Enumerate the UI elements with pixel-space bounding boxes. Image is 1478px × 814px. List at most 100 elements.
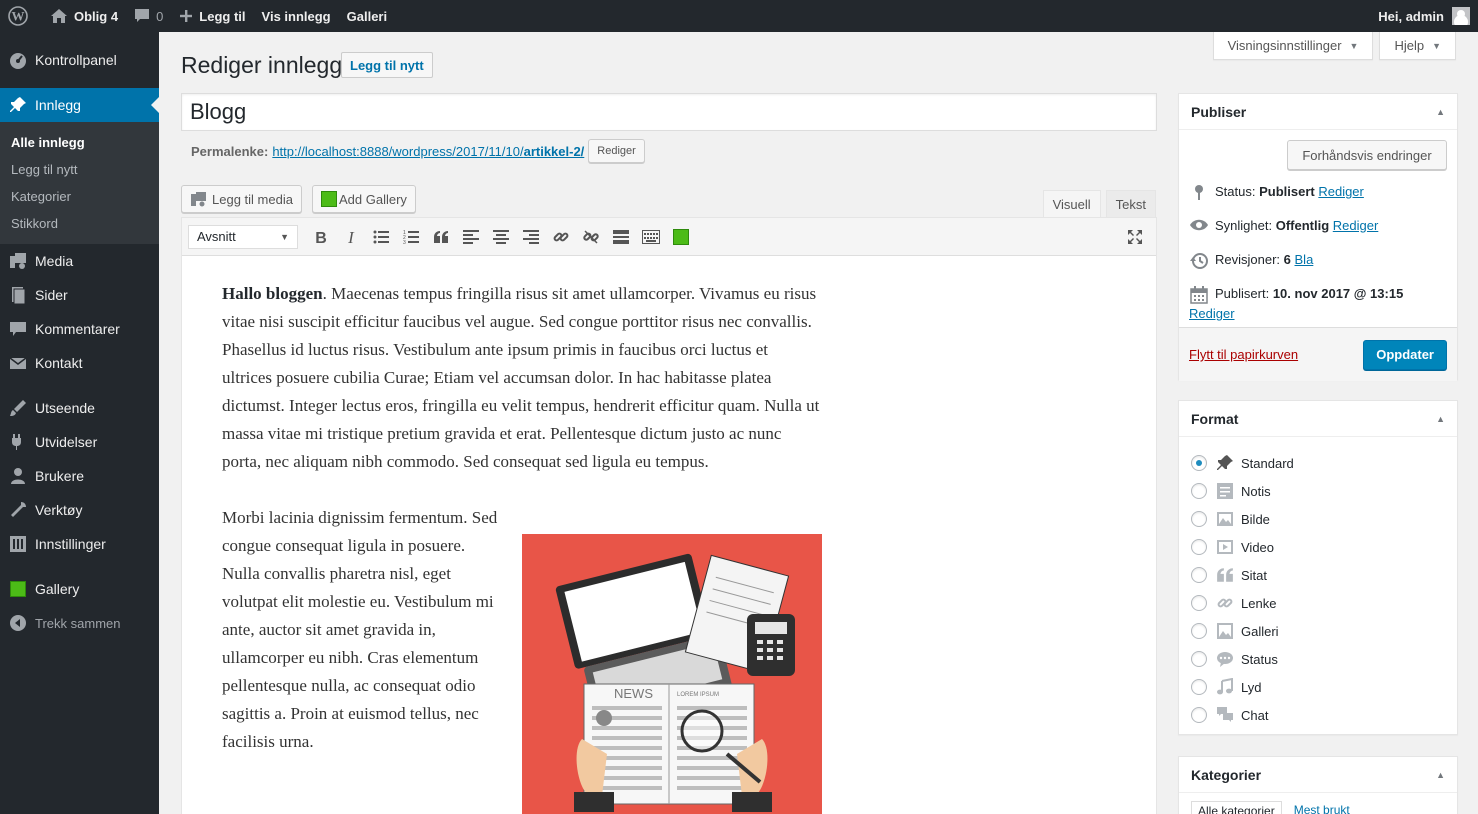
site-name-link[interactable]: Oblig 4: [42, 0, 126, 32]
format-box: Format ▲ Standard Notis Bilde Video Sita…: [1178, 400, 1458, 735]
menu-posts[interactable]: Innlegg: [0, 88, 159, 122]
toggle-up-icon[interactable]: ▲: [1436, 770, 1445, 780]
radio[interactable]: [1191, 595, 1207, 611]
menu-contact[interactable]: Kontakt: [0, 346, 159, 380]
read-more-icon[interactable]: [606, 222, 636, 252]
add-new-button[interactable]: Legg til nytt: [341, 52, 433, 78]
tab-text[interactable]: Tekst: [1105, 190, 1156, 217]
align-left-icon[interactable]: [456, 222, 486, 252]
format-option-audio[interactable]: Lyd: [1191, 673, 1445, 701]
radio[interactable]: [1191, 651, 1207, 667]
publish-box: Publiser ▲ Forhåndsvis endringer Status:…: [1178, 93, 1458, 381]
menu-media[interactable]: Media: [0, 244, 159, 278]
radio[interactable]: [1191, 707, 1207, 723]
format-label: Galleri: [1241, 623, 1279, 639]
fullscreen-icon[interactable]: [1120, 222, 1150, 252]
tools-icon: [9, 501, 27, 519]
numbered-list-icon[interactable]: 123: [396, 222, 426, 252]
move-to-trash-link[interactable]: Flytt til papirkurven: [1189, 347, 1298, 362]
publish-box-header[interactable]: Publiser ▲: [1179, 94, 1457, 130]
format-option-chat[interactable]: Chat: [1191, 701, 1445, 729]
site-name: Oblig 4: [74, 8, 119, 24]
menu-tools[interactable]: Verktøy: [0, 493, 159, 527]
published-value: 10. nov 2017 @ 13:15: [1272, 286, 1404, 301]
format-option-link[interactable]: Lenke: [1191, 589, 1445, 617]
edit-visibility-link[interactable]: Rediger: [1333, 218, 1379, 233]
radio[interactable]: [1191, 679, 1207, 695]
bullet-list-icon[interactable]: [366, 222, 396, 252]
toggle-up-icon[interactable]: ▲: [1436, 414, 1445, 424]
tab-all-categories[interactable]: Alle kategorier: [1191, 801, 1282, 814]
menu-settings[interactable]: Innstillinger: [0, 527, 159, 561]
radio[interactable]: [1191, 623, 1207, 639]
post-title-input[interactable]: Blogg: [181, 93, 1157, 131]
menu-plugins[interactable]: Utvidelser: [0, 425, 159, 459]
categories-box-header[interactable]: Kategorier ▲: [1179, 757, 1457, 793]
help-button[interactable]: Hjelp ▼: [1379, 32, 1456, 60]
format-option-status[interactable]: Status: [1191, 645, 1445, 673]
submenu-add-new[interactable]: Legg til nytt: [0, 156, 159, 183]
link-icon[interactable]: [546, 222, 576, 252]
toggle-up-icon[interactable]: ▲: [1436, 107, 1445, 117]
comments-link[interactable]: 0: [126, 0, 171, 32]
add-gallery-button[interactable]: Add Gallery: [312, 185, 416, 213]
radio[interactable]: [1191, 511, 1207, 527]
paragraph-format-select[interactable]: Avsnitt ▼: [188, 224, 298, 249]
format-option-gallery[interactable]: Galleri: [1191, 617, 1445, 645]
avatar[interactable]: [1452, 7, 1470, 25]
radio[interactable]: [1191, 539, 1207, 555]
browse-revisions-link[interactable]: Bla: [1295, 252, 1314, 267]
format-option-video[interactable]: Video: [1191, 533, 1445, 561]
tab-visual[interactable]: Visuell: [1042, 190, 1101, 217]
submenu-all-posts[interactable]: Alle innlegg: [0, 129, 159, 156]
format-box-header[interactable]: Format ▲: [1179, 401, 1457, 437]
menu-appearance[interactable]: Utseende: [0, 391, 159, 425]
format-option-quote[interactable]: Sitat: [1191, 561, 1445, 589]
edit-date-link[interactable]: Rediger: [1189, 306, 1235, 321]
new-content-link[interactable]: Legg til: [171, 0, 253, 32]
radio-checked[interactable]: [1191, 455, 1207, 471]
gallery-link[interactable]: Galleri: [339, 0, 395, 32]
blockquote-icon[interactable]: [426, 222, 456, 252]
submenu-categories[interactable]: Kategorier: [0, 183, 159, 210]
format-option-aside[interactable]: Notis: [1191, 477, 1445, 505]
view-post-link[interactable]: Vis innlegg: [254, 0, 339, 32]
preview-changes-button[interactable]: Forhåndsvis endringer: [1287, 140, 1447, 170]
menu-collapse[interactable]: Trekk sammen: [0, 606, 159, 640]
radio[interactable]: [1191, 483, 1207, 499]
menu-dashboard[interactable]: Kontrollpanel: [0, 43, 159, 77]
menu-users[interactable]: Brukere: [0, 459, 159, 493]
gallery-icon[interactable]: [666, 222, 696, 252]
account-greeting[interactable]: Hei, admin: [1378, 0, 1444, 32]
add-media-button[interactable]: Legg til media: [181, 185, 302, 213]
chat-icon: [1215, 705, 1235, 725]
update-button[interactable]: Oppdater: [1363, 339, 1447, 370]
edit-status-link[interactable]: Rediger: [1318, 184, 1364, 199]
gallery-icon: [9, 580, 27, 598]
submenu-tags[interactable]: Stikkord: [0, 210, 159, 237]
toolbar-toggle-icon[interactable]: [636, 222, 666, 252]
italic-icon[interactable]: I: [336, 222, 366, 252]
screen-options-button[interactable]: Visningsinnstillinger ▼: [1212, 32, 1374, 60]
menu-gallery[interactable]: Gallery: [0, 572, 159, 606]
edit-slug-button[interactable]: Rediger: [588, 139, 645, 163]
align-center-icon[interactable]: [486, 222, 516, 252]
format-option-image[interactable]: Bilde: [1191, 505, 1445, 533]
format-label: Video: [1241, 539, 1275, 555]
unlink-icon[interactable]: [576, 222, 606, 252]
news-illustration-image[interactable]: NEWS LOREM IPSUM: [522, 534, 822, 814]
align-right-icon[interactable]: [516, 222, 546, 252]
menu-label: Kontrollpanel: [35, 52, 117, 68]
bold-icon[interactable]: B: [306, 222, 336, 252]
editor-content[interactable]: Hallo bloggen. Maecenas tempus fringilla…: [182, 256, 1156, 814]
format-option-standard[interactable]: Standard: [1191, 449, 1445, 477]
menu-comments[interactable]: Kommentarer: [0, 312, 159, 346]
permalink-link[interactable]: http://localhost:8888/wordpress/2017/11/…: [272, 144, 584, 159]
revisions-row: Revisjoner: 6 Bla: [1189, 246, 1447, 280]
caret-down-icon: ▼: [1349, 40, 1359, 51]
menu-pages[interactable]: Sider: [0, 278, 159, 312]
radio[interactable]: [1191, 567, 1207, 583]
menu-label: Gallery: [35, 581, 80, 597]
tab-most-used[interactable]: Mest brukt: [1287, 801, 1356, 814]
wordpress-menu[interactable]: W: [0, 0, 42, 32]
